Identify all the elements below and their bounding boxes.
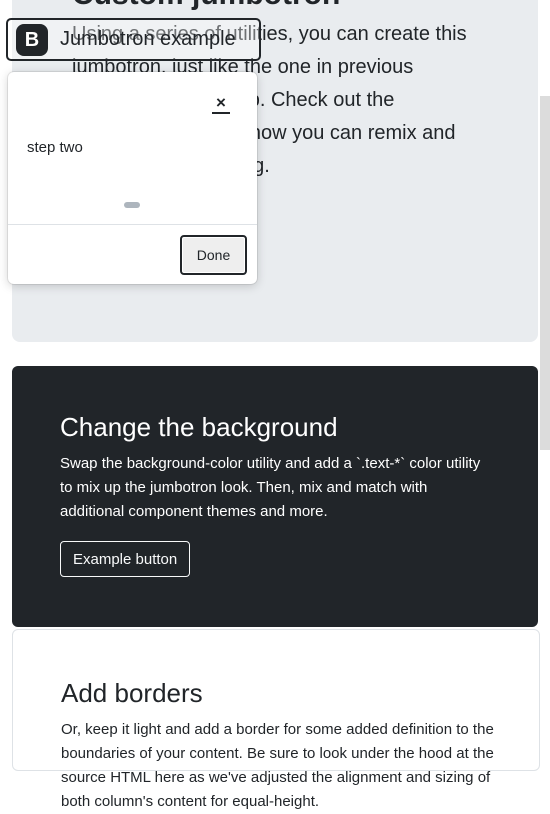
bordered-card-heading: Add borders — [61, 678, 203, 708]
popover-footer: Done — [8, 224, 257, 285]
tour-popover: × step two Done — [8, 72, 257, 284]
bootstrap-logo-icon: B — [16, 24, 48, 56]
close-icon[interactable]: × — [212, 94, 230, 114]
dark-card-body: Swap the background-color utility and ad… — [60, 455, 481, 520]
done-button[interactable]: Done — [180, 235, 247, 275]
dark-card-heading: Change the background — [60, 412, 338, 442]
popover-body-text: step two — [27, 139, 83, 156]
scrollbar[interactable] — [540, 96, 550, 450]
step-progress-indicator — [124, 202, 140, 208]
brand-text: Jumbotron example — [60, 28, 236, 50]
navbar-brand-link[interactable]: B Jumbotron example — [6, 18, 261, 61]
dark-background-card: Change the background Swap the backgroun… — [12, 366, 538, 627]
jumbotron-title: Custom jumbotron — [72, 0, 340, 12]
bordered-card-body: Or, keep it light and add a border for s… — [61, 721, 494, 810]
example-button[interactable]: Example button — [60, 541, 191, 577]
